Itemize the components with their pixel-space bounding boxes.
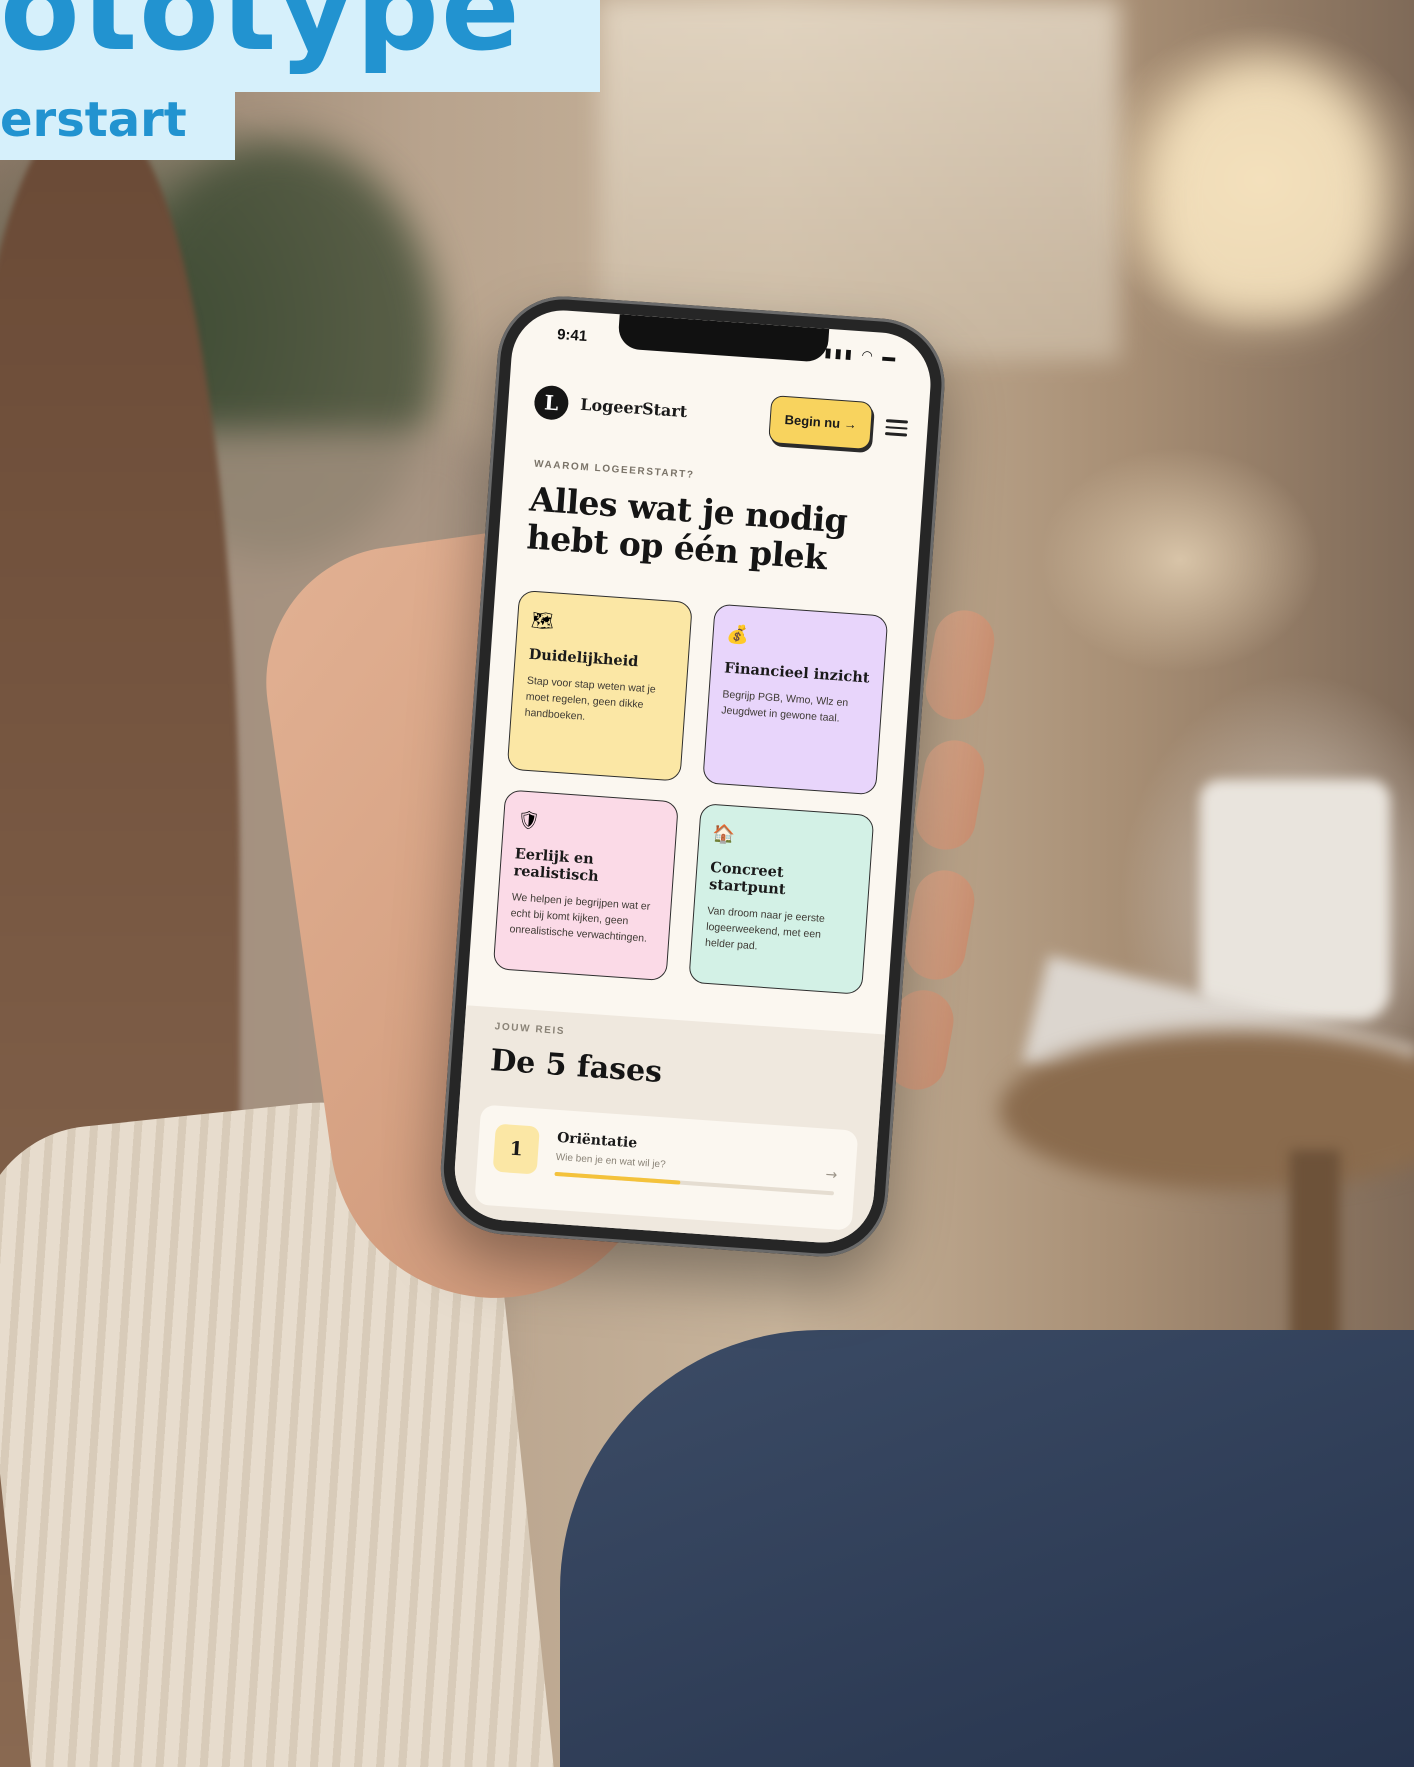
arrow-right-icon[interactable]: → xyxy=(825,1167,838,1184)
jeans xyxy=(560,1330,1414,1767)
lamp xyxy=(1150,60,1380,320)
begin-nu-button[interactable]: Begin nu → xyxy=(768,395,874,451)
phase-subtitle: Wie ben je en wat wil je? xyxy=(555,1151,666,1171)
feature-card-eerlijk[interactable]: 🛡 Eerlijk en realistisch We helpen je be… xyxy=(492,789,679,982)
feature-card-financieel[interactable]: 💰 Financieel inzicht Begrijp PGB, Wmo, W… xyxy=(702,603,889,796)
banner-subtitle: erstart xyxy=(0,92,187,148)
status-time: 9:41 xyxy=(556,325,588,346)
logo-text[interactable]: LogeerStart xyxy=(580,395,688,421)
feature-card-title: Concreet startpunt xyxy=(708,858,787,899)
phase-progress-fill xyxy=(554,1171,681,1185)
hamburger-menu-icon[interactable] xyxy=(884,415,909,438)
feature-card-duidelijkheid[interactable]: 🗺 Duidelijkheid Stap voor stap weten wat… xyxy=(506,589,693,782)
phase-number: 1 xyxy=(492,1123,540,1175)
journey-section: JOUW REIS De 5 fases 1 Oriëntatie Wie be… xyxy=(451,1005,886,1247)
journey-title: De 5 fases xyxy=(489,1043,664,1091)
phase-card[interactable]: 1 Oriëntatie Wie ben je en wat wil je? → xyxy=(474,1104,859,1231)
phone-frame: 9:41 ▮▮▮ ◠ ▬ L LogeerStart Begin nu → WA… xyxy=(436,292,949,1261)
journey-eyebrow: JOUW REIS xyxy=(494,1021,566,1038)
feature-card-concreet[interactable]: 🏠 Concreet startpunt Van droom naar je e… xyxy=(688,803,875,995)
banner-title: ototype xyxy=(0,0,522,77)
page-title: Alles wat je nodig hebt op één plek xyxy=(525,479,849,578)
house-icon: 🏠 xyxy=(712,823,736,846)
coffee-mug xyxy=(1200,780,1390,1020)
section-eyebrow: WAAROM LOGEERSTART? xyxy=(533,458,695,481)
logo-icon[interactable]: L xyxy=(533,384,570,421)
feature-card-desc: Van droom naar je eerste logeerweekend, … xyxy=(704,904,826,953)
feature-card-title: Financieel inzicht xyxy=(723,659,871,687)
feature-grid: 🗺 Duidelijkheid Stap voor stap weten wat… xyxy=(492,589,890,1005)
shield-icon: 🛡 xyxy=(516,809,541,832)
feature-card-desc: Stap voor stap weten wat je moet regelen… xyxy=(524,674,657,723)
feature-card-desc: Begrijp PGB, Wmo, Wlz en Jeugdwet in gew… xyxy=(720,688,849,725)
banner-subtitle-box: erstart xyxy=(0,78,235,160)
phase-progress-track xyxy=(554,1171,835,1196)
phone-screen: 9:41 ▮▮▮ ◠ ▬ L LogeerStart Begin nu → WA… xyxy=(451,306,934,1247)
map-icon: 🗺 xyxy=(530,609,555,633)
money-bag-icon: 💰 xyxy=(725,623,750,647)
feature-card-title: Eerlijk en realistisch xyxy=(513,845,600,886)
phase-title: Oriëntatie xyxy=(556,1129,638,1152)
signal-wifi-battery-icon: ▮▮▮ ◠ ▬ xyxy=(824,344,899,365)
top-nav: L LogeerStart Begin nu → xyxy=(532,375,909,457)
feature-card-title: Duidelijkheid xyxy=(528,645,639,671)
feature-card-desc: We helpen je begrijpen wat er echt bij k… xyxy=(509,891,651,945)
